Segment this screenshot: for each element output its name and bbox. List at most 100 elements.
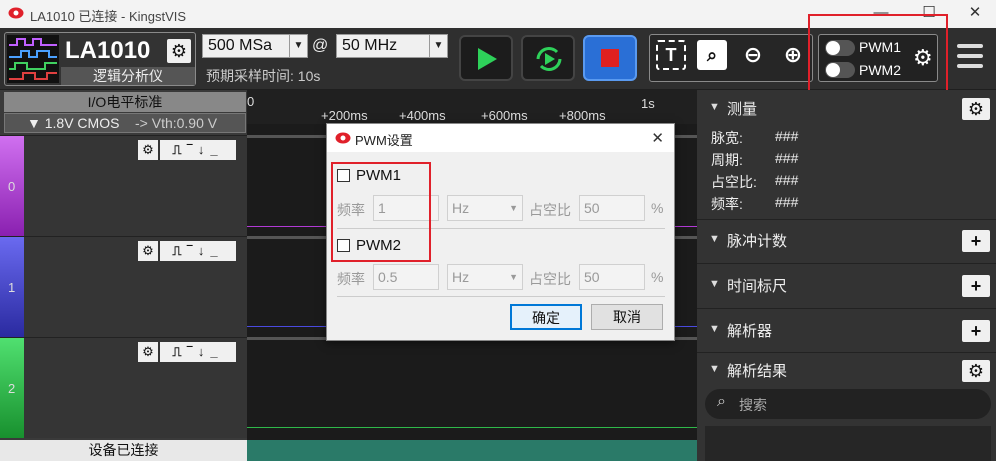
time-tick: +800ms — [559, 108, 606, 123]
logic-analyzer-icon — [7, 35, 59, 83]
channel-row[interactable]: 0 ⚙ ⎍‾↓_ — [0, 135, 247, 236]
channel-settings-gear-icon[interactable]: ⚙ — [138, 342, 158, 362]
chevron-down-icon: ▼ — [289, 35, 307, 57]
ok-button[interactable]: 确定 — [510, 304, 582, 330]
hamburger-menu-icon[interactable] — [957, 44, 983, 70]
stop-button[interactable] — [583, 35, 637, 81]
right-panel: ▼ 测量 ⚙ 脉宽: ### 周期: ### 占空比: ### 频率: ### ▼ 脉冲… — [697, 90, 996, 461]
channel-settings-gear-icon[interactable]: ⚙ — [138, 140, 158, 160]
trigger-edge-icons[interactable]: ⎍‾↓_ — [160, 241, 236, 261]
play-icon — [478, 48, 497, 70]
sample-rate-value: 50 MHz — [342, 37, 398, 54]
dialog-close-button[interactable]: ✕ — [651, 129, 664, 147]
device-subtitle: 逻辑分析仪 — [61, 67, 195, 85]
channel-settings-gear-icon[interactable]: ⚙ — [138, 241, 158, 261]
kingst-logo-icon — [8, 7, 24, 19]
at-symbol: @ — [312, 37, 329, 54]
measure-row: 脉宽: ### — [711, 128, 799, 146]
highlight-box — [808, 14, 948, 101]
channel-panel: I/O电平标准 ▼ 1.8V CMOS -> Vth:0.90 V 0 ⚙ ⎍‾↓… — [0, 90, 247, 461]
trigger-edge-icons[interactable]: ⎍‾↓_ — [160, 342, 236, 362]
add-analyzer-plus-icon[interactable]: + — [962, 320, 990, 342]
chevron-down-icon: ▼ — [429, 35, 447, 57]
pwm2-duty-label: 占空比 — [529, 271, 571, 287]
collapse-triangle-icon: ▼ — [709, 363, 720, 375]
collapse-triangle-icon: ▼ — [709, 278, 720, 290]
add-pulse-count-plus-icon[interactable]: + — [962, 230, 990, 252]
analyzer-section[interactable]: ▼ 解析器 + — [697, 320, 996, 342]
time-tick: +400ms — [399, 108, 446, 123]
text-annotation-icon[interactable]: T — [656, 40, 686, 70]
pwm1-unit-select[interactable]: Hz ▼ — [447, 195, 523, 221]
sample-rate-select[interactable]: 50 MHz ▼ — [336, 34, 448, 58]
analyzer-title: 解析器 — [727, 323, 773, 340]
start-button[interactable] — [459, 35, 513, 81]
vth-value: -> Vth:0.90 V — [135, 115, 218, 131]
zoom-out-icon[interactable]: ⊖ — [738, 40, 768, 70]
results-list[interactable] — [705, 426, 991, 461]
close-window-button[interactable]: ✕ — [952, 0, 996, 28]
kingst-logo-icon — [335, 132, 351, 144]
chevron-down-icon: ▼ — [509, 203, 518, 213]
results-title: 解析结果 — [727, 363, 788, 380]
timeline-scrollbar[interactable] — [247, 440, 697, 461]
io-level-value: ▼ 1.8V CMOS — [27, 115, 120, 131]
pwm2-freq-label: 频率 — [337, 271, 365, 287]
time-zero: 0 — [247, 94, 255, 109]
io-level-select[interactable]: ▼ 1.8V CMOS -> Vth:0.90 V — [4, 113, 246, 133]
pwm2-unit-select[interactable]: Hz ▼ — [447, 264, 523, 290]
pwm2-freq-input[interactable]: 0.5 — [373, 264, 439, 290]
window-title: LA1010 已连接 - KingstVIS — [30, 9, 187, 24]
pwm-settings-dialog: PWM设置 ✕ PWM1 频率 1 Hz ▼ 占空比 50 % PWM2 频率 0… — [326, 123, 675, 341]
channel-number: 0 — [8, 179, 16, 194]
dialog-title-bar: PWM设置 ✕ — [327, 124, 674, 152]
io-level-title: I/O电平标准 — [4, 92, 246, 112]
channel-2-signal — [247, 427, 697, 428]
time-end: 1s — [641, 96, 655, 111]
repeat-play-icon — [536, 47, 562, 71]
measure-title: 测量 — [727, 101, 758, 118]
results-settings-gear-icon[interactable]: ⚙ — [962, 360, 990, 382]
cancel-button[interactable]: 取消 — [591, 304, 663, 330]
channel-number: 1 — [8, 280, 16, 295]
measure-row: 占空比: ### — [711, 172, 799, 190]
zoom-in-icon[interactable]: ⊕ — [778, 40, 808, 70]
trigger-edge-icons[interactable]: ⎍‾↓_ — [160, 140, 236, 160]
pulse-count-section[interactable]: ▼ 脉冲计数 + — [697, 230, 996, 252]
search-input[interactable]: 搜索 — [739, 395, 767, 415]
pwm2-percent: % — [651, 269, 664, 285]
device-settings-gear-icon[interactable]: ⚙ — [167, 39, 191, 63]
add-time-ruler-plus-icon[interactable]: + — [962, 275, 990, 297]
time-ruler: 0 +200ms +400ms +600ms +800ms 1s — [247, 90, 697, 124]
device-name: LA1010 — [65, 37, 151, 64]
measure-row: 频率: ### — [711, 194, 799, 212]
zoom-fit-icon[interactable]: ⌕ — [697, 40, 727, 70]
device-status: 设备已连接 — [0, 440, 247, 461]
pwm1-duty-label: 占空比 — [529, 202, 571, 218]
device-panel: LA1010 ⚙ 逻辑分析仪 — [4, 32, 196, 86]
repeat-start-button[interactable] — [521, 35, 575, 81]
collapse-triangle-icon: ▼ — [709, 233, 720, 245]
toolbar: LA1010 ⚙ 逻辑分析仪 500 MSa ▼ @ 50 MHz ▼ 预期采样时间… — [0, 14, 996, 101]
highlight-box — [331, 162, 431, 262]
channel-row[interactable]: 1 ⚙ ⎍‾↓_ — [0, 236, 247, 337]
search-icon: ⌕ — [717, 393, 726, 410]
collapse-triangle-icon: ▼ — [709, 101, 720, 113]
dialog-title: PWM设置 — [355, 133, 413, 148]
pwm2-duty-input[interactable]: 50 — [579, 264, 645, 290]
stop-icon — [601, 49, 619, 67]
sample-depth-select[interactable]: 500 MSa ▼ — [202, 34, 308, 58]
pwm1-duty-input[interactable]: 50 — [579, 195, 645, 221]
time-tick: +200ms — [321, 108, 368, 123]
time-tick: +600ms — [481, 108, 528, 123]
measure-section[interactable]: ▼ 测量 ⚙ — [697, 98, 996, 120]
measure-row: 周期: ### — [711, 150, 799, 168]
collapse-triangle-icon: ▼ — [709, 323, 720, 335]
time-ruler-section[interactable]: ▼ 时间标尺 + — [697, 275, 996, 297]
results-section[interactable]: ▼ 解析结果 ⚙ — [697, 360, 996, 382]
search-box[interactable]: ⌕ 搜索 — [705, 389, 991, 419]
measure-settings-gear-icon[interactable]: ⚙ — [962, 98, 990, 120]
channel-row[interactable]: 2 ⚙ ⎍‾↓_ — [0, 337, 247, 438]
pwm1-percent: % — [651, 200, 664, 216]
expected-sample-time: 预期采样时间: 10s — [206, 68, 321, 84]
